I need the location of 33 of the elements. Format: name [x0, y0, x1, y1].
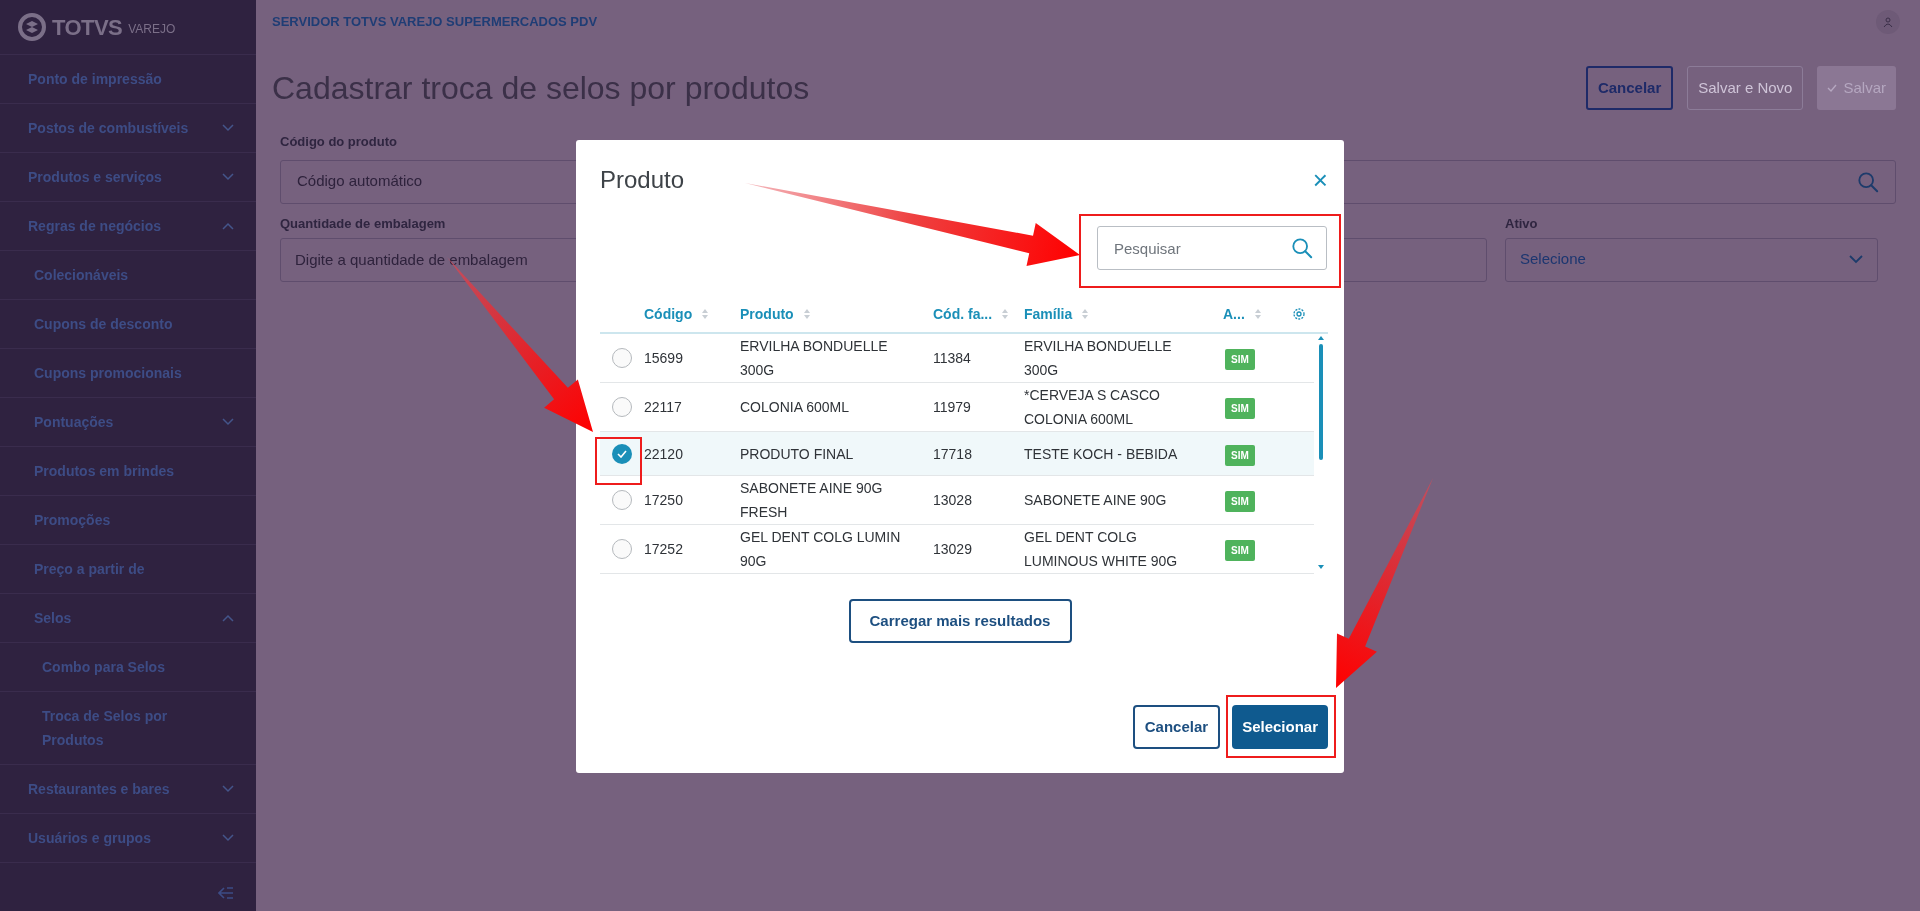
table-cell-text: *CERVEJA S CASCO COLONIA 600ML — [1024, 386, 1161, 429]
modal-title: Produto — [600, 165, 685, 195]
table-cell-text: TESTE KOCH - BEBIDA — [1024, 444, 1179, 464]
table-cell-text: ERVILHA BONDUELLE 300G — [740, 337, 889, 380]
table-cell-text: ERVILHA BONDUELLE 300G — [1024, 337, 1173, 380]
table-cell-text: 13028 — [933, 491, 973, 510]
table-cell-text: SABONETE AINE 90G FRESH — [740, 479, 884, 522]
status-badge: SIM — [1225, 398, 1255, 419]
table-cell-text: COLONIA 600ML — [740, 398, 850, 417]
page-title: Cadastrar troca de selos por produtos — [272, 69, 810, 108]
table-cell-text: GEL DENT COLG LUMIN 90G — [740, 528, 902, 571]
status-badge: SIM — [1225, 444, 1255, 466]
table-cell-text: 22120 — [644, 444, 684, 464]
table-cell-text: GEL DENT COLG LUMINOUS WHITE 90G — [1024, 528, 1179, 571]
field-label: Quantidade de embalagem — [280, 214, 447, 230]
field-label: Ativo — [1505, 214, 1539, 230]
table-cell-text: 22117 — [644, 398, 683, 417]
status-badge: SIM — [1225, 540, 1255, 561]
logo-subtext: VAREJO — [128, 21, 176, 38]
field-label: Código do produto — [280, 133, 398, 151]
status-badge: SIM — [1225, 349, 1255, 370]
logo-text: TOTVS — [52, 13, 123, 42]
status-badge: SIM — [1225, 491, 1255, 512]
table-cell-text: PRODUTO FINAL — [740, 444, 855, 464]
table-cell-text: 11384 — [933, 349, 972, 368]
table-cell-text: 17718 — [933, 444, 973, 464]
table-cell-text: 17250 — [644, 491, 684, 510]
table-cell-text: SABONETE AINE 90G — [1024, 491, 1168, 510]
server-name: SERVIDOR TOTVS VAREJO SUPERMERCADOS PDV — [272, 13, 598, 32]
table-cell-text: 13029 — [933, 540, 973, 559]
table-cell-text: 11979 — [933, 398, 972, 417]
table-cell-text: 15699 — [644, 349, 684, 368]
table-cell-text: 17252 — [644, 540, 684, 559]
